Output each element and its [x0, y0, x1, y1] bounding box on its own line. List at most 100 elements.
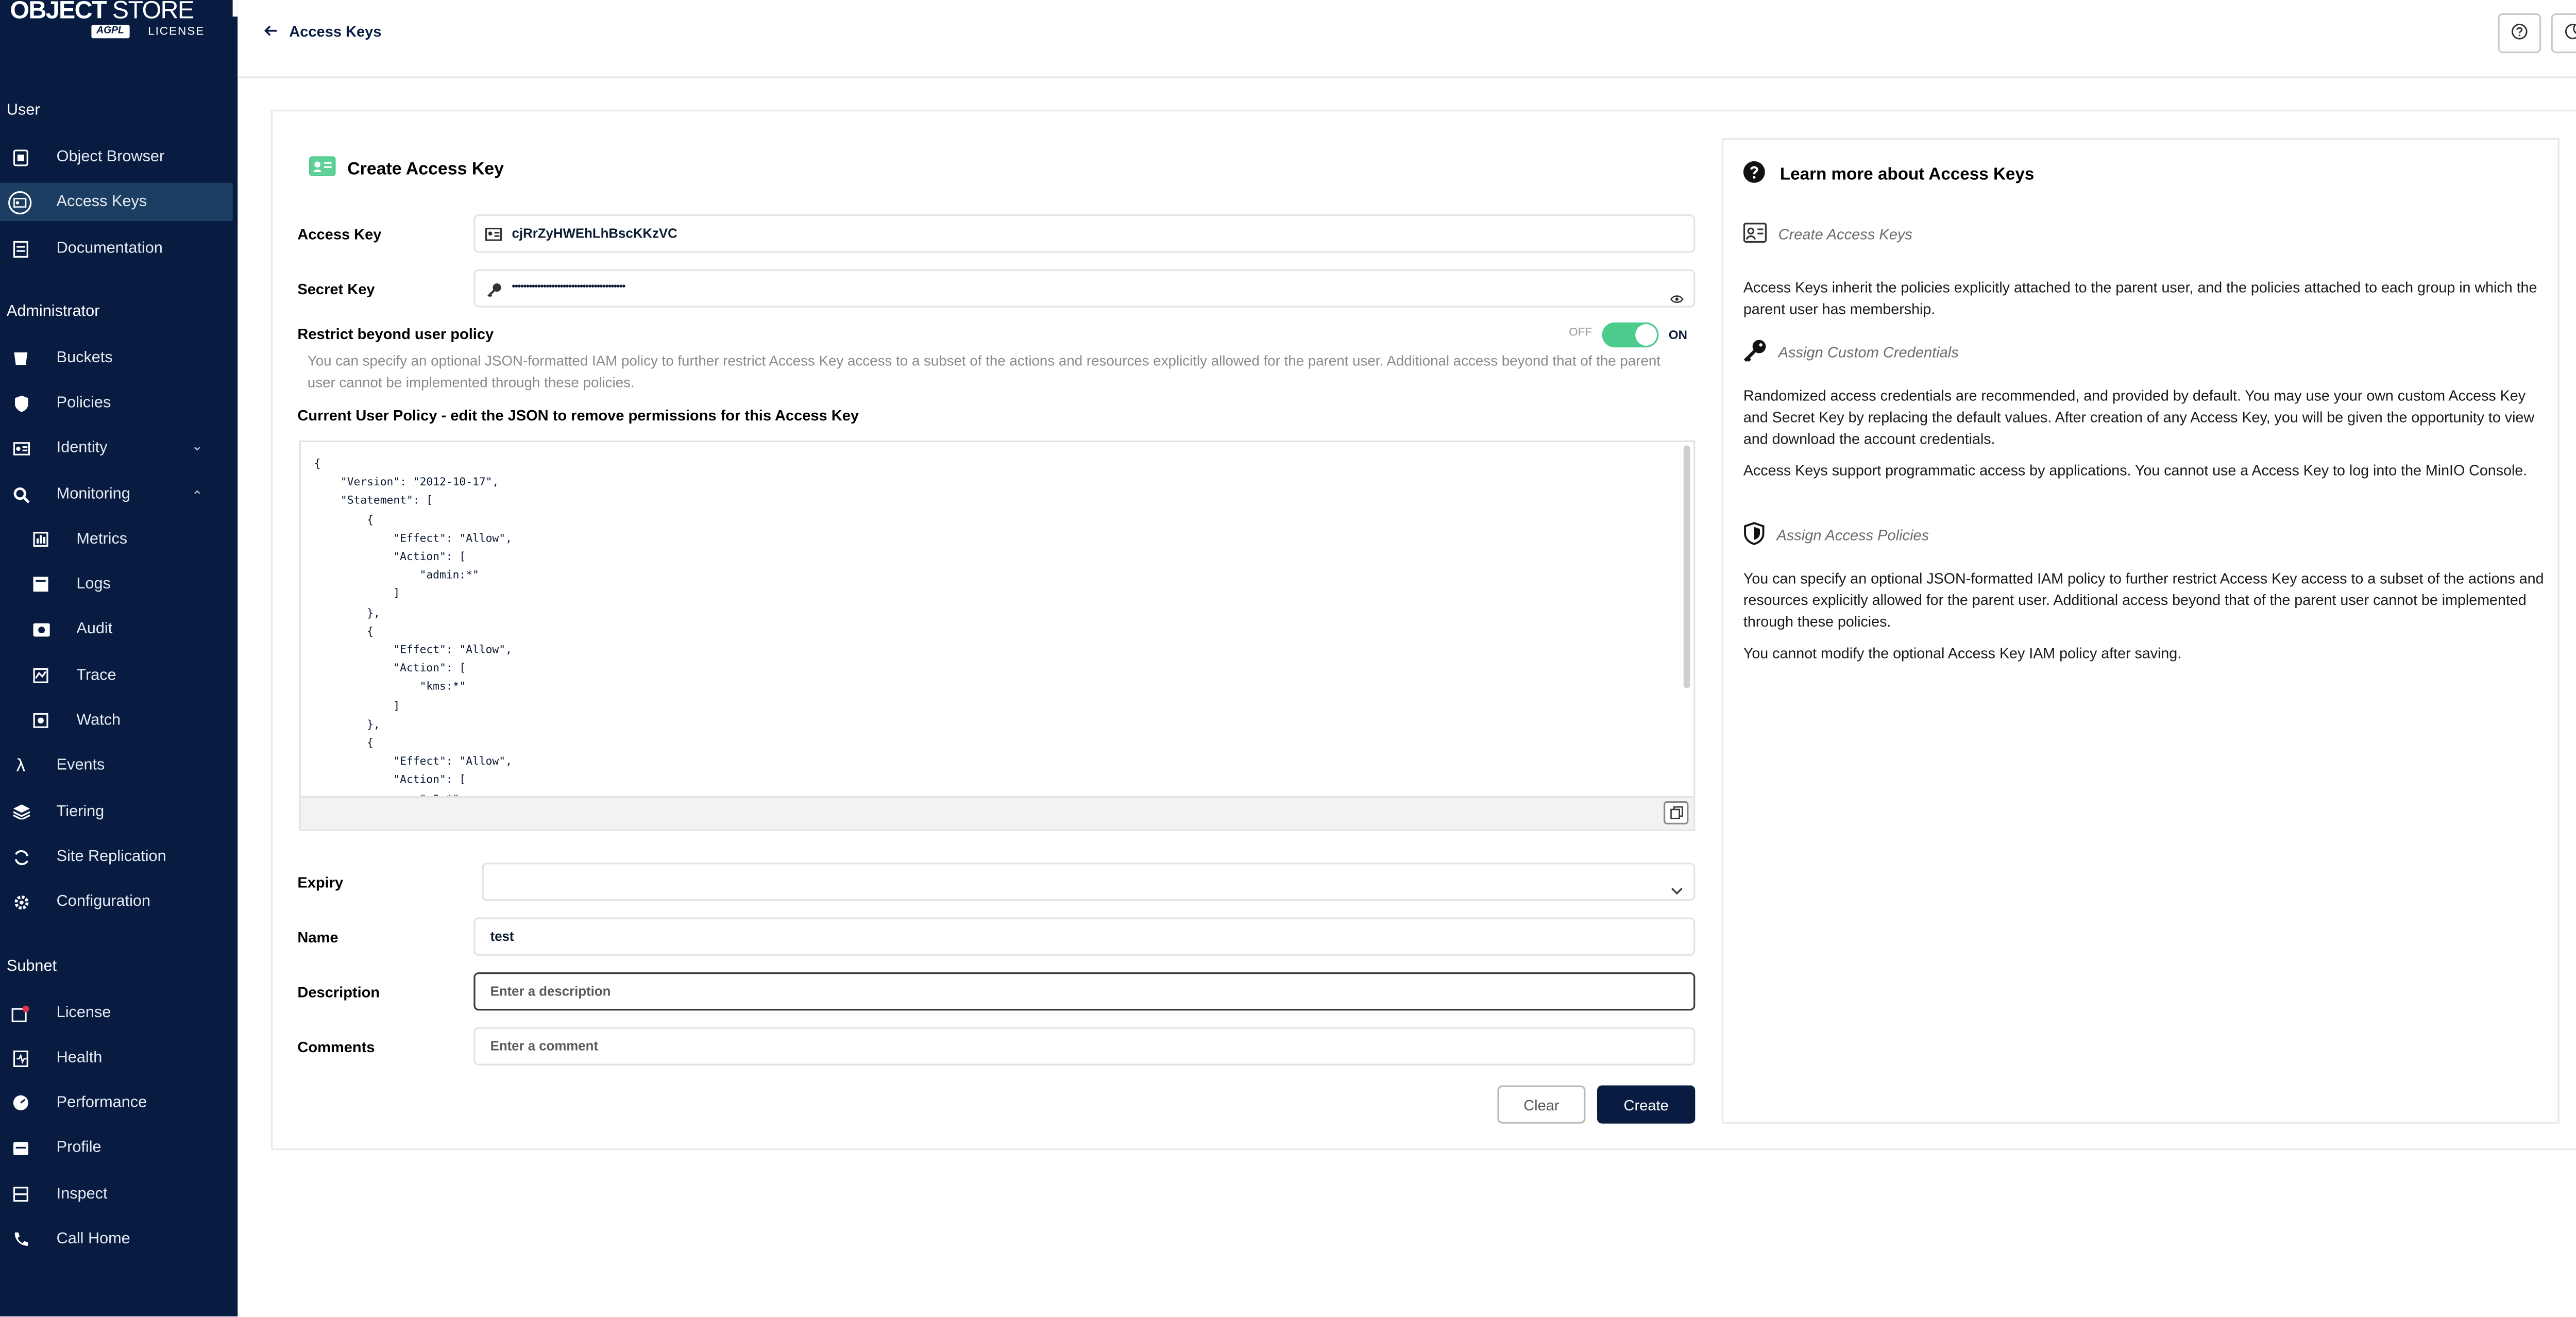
restrict-policy-label: Restrict beyond user policy: [297, 326, 494, 343]
editor-scrollbar[interactable]: [1683, 445, 1690, 688]
sidebar-item-identity[interactable]: Identity ⌄: [0, 429, 233, 467]
help-section-heading: Assign Access Policies: [1776, 527, 1929, 544]
comments-placeholder: Enter a comment: [490, 1039, 598, 1054]
sidebar-item-access-keys[interactable]: Access Keys: [0, 182, 233, 222]
sidebar-item-object-browser[interactable]: Object Browser: [0, 138, 233, 176]
help-button[interactable]: [2498, 13, 2541, 54]
help-section-heading: Create Access Keys: [1778, 226, 1912, 243]
dark-mode-button[interactable]: [2551, 13, 2576, 54]
sidebar-item-label: Monitoring: [56, 485, 130, 504]
access-key-field[interactable]: cjRrZyHWEhLhBscKKzVC: [473, 214, 1696, 253]
moon-icon: [2564, 18, 2576, 48]
sidebar-item-label: Buckets: [56, 349, 113, 367]
help-paragraph: Access Keys inherit the policies explici…: [1743, 279, 2537, 318]
sidebar-item-audit[interactable]: Audit: [0, 610, 233, 648]
policy-json-editor[interactable]: { "Version": "2012-10-17", "Statement": …: [299, 440, 1696, 831]
policy-json-text[interactable]: { "Version": "2012-10-17", "Statement": …: [314, 455, 512, 809]
help-section-credentials: Assign Custom Credentials: [1743, 339, 1959, 366]
sidebar-item-events[interactable]: λ Events: [0, 746, 233, 784]
help-section-create: Create Access Keys: [1743, 223, 1912, 246]
sidebar-item-health[interactable]: Health: [0, 1039, 233, 1077]
inspect-icon: [12, 1185, 30, 1203]
access-key-card-icon: [309, 156, 336, 181]
sidebar-item-label: Configuration: [56, 892, 150, 911]
create-button[interactable]: Create: [1597, 1085, 1696, 1124]
sidebar-item-label: Identity: [56, 438, 108, 458]
lambda-icon: λ: [16, 755, 26, 775]
object-browser-icon: [12, 148, 30, 166]
brand-logo[interactable]: OBJECT STORE AGPL LICENSE: [10, 0, 226, 50]
help-paragraph: Randomized access credentials are recomm…: [1743, 387, 2535, 447]
restrict-policy-description: You can specify an optional JSON-formatt…: [307, 352, 1661, 391]
access-key-value: cjRrZyHWEhLhBscKKzVC: [512, 226, 677, 241]
sidebar-item-buckets[interactable]: Buckets: [0, 339, 233, 377]
sidebar-item-label: Policies: [56, 394, 111, 412]
sidebar-item-label: Metrics: [76, 530, 128, 549]
sidebar-item-inspect[interactable]: Inspect: [0, 1175, 233, 1213]
question-circle-icon: [1743, 161, 1765, 188]
name-field[interactable]: test: [473, 917, 1696, 956]
sidebar-item-tiering[interactable]: Tiering: [0, 793, 233, 831]
description-label: Description: [297, 984, 380, 1001]
sidebar-item-performance[interactable]: Performance: [0, 1084, 233, 1122]
audit-icon: [31, 620, 49, 638]
restrict-policy-toggle[interactable]: [1602, 322, 1659, 348]
sidebar-item-profile[interactable]: Profile: [0, 1128, 233, 1167]
expiry-select[interactable]: [482, 863, 1696, 901]
id-card-icon: [1743, 223, 1767, 246]
chevron-up-icon: ⌃: [191, 488, 203, 504]
clear-button[interactable]: Clear: [1497, 1085, 1586, 1124]
sidebar-item-site-replication[interactable]: Site Replication: [0, 838, 233, 876]
sidebar-item-documentation[interactable]: Documentation: [0, 229, 233, 267]
profile-icon: [12, 1139, 30, 1157]
access-keys-icon: [8, 191, 32, 215]
help-paragraph: You can specify an optional JSON-formatt…: [1743, 570, 2544, 630]
sidebar-item-logs[interactable]: Logs: [0, 565, 233, 603]
shield-icon: [12, 394, 30, 412]
id-card-icon: [485, 226, 502, 243]
sidebar-item-label: Tiering: [56, 803, 105, 821]
arrow-left-icon: [264, 23, 278, 40]
copy-button[interactable]: [1664, 801, 1689, 824]
key-icon: [1743, 339, 1767, 366]
sidebar-item-label: Performance: [56, 1093, 147, 1112]
sidebar-scrollbar[interactable]: [232, 0, 238, 17]
description-placeholder: Enter a description: [490, 984, 611, 999]
help-section-heading: Assign Custom Credentials: [1778, 344, 1959, 361]
section-user: User: [6, 101, 40, 120]
sidebar-item-label: Site Replication: [56, 848, 166, 866]
back-link[interactable]: Access Keys: [264, 23, 381, 40]
sidebar-item-label: Health: [56, 1049, 103, 1067]
sidebar-item-watch[interactable]: Watch: [0, 701, 233, 739]
sidebar-item-license[interactable]: License: [0, 994, 233, 1032]
tiering-icon: [12, 803, 30, 821]
eye-icon[interactable]: [1670, 282, 1684, 312]
shield-icon: [1743, 522, 1765, 549]
sidebar-item-label: Inspect: [56, 1185, 108, 1204]
sidebar-item-label: Call Home: [56, 1230, 130, 1248]
comments-field[interactable]: Enter a comment: [473, 1027, 1696, 1066]
comments-label: Comments: [297, 1039, 375, 1056]
secret-key-field[interactable]: ••••••••••••••••••••••••••••••••••••••••: [473, 269, 1696, 308]
sidebar: OBJECT STORE AGPL LICENSE User Object Br…: [0, 0, 238, 1316]
sidebar-item-monitoring[interactable]: Monitoring ⌃: [0, 476, 233, 514]
phone-icon: [12, 1230, 30, 1248]
section-subnet: Subnet: [6, 957, 57, 976]
replication-icon: [12, 848, 30, 866]
trace-icon: [31, 667, 49, 685]
sidebar-item-configuration[interactable]: Configuration: [0, 883, 233, 921]
sidebar-item-policies[interactable]: Policies: [0, 384, 233, 422]
description-field[interactable]: Enter a description: [473, 972, 1696, 1011]
toggle-on-label: ON: [1668, 327, 1687, 343]
copy-icon: [1669, 798, 1683, 828]
sidebar-item-call-home[interactable]: Call Home: [0, 1220, 233, 1258]
help-paragraph: Access Keys support programmatic access …: [1743, 462, 2528, 479]
sidebar-item-label: Documentation: [56, 239, 163, 258]
bucket-icon: [12, 349, 30, 367]
sidebar-item-label: License: [56, 1004, 111, 1022]
sidebar-item-trace[interactable]: Trace: [0, 656, 233, 695]
policy-editor-title: Current User Policy - edit the JSON to r…: [297, 407, 859, 424]
sidebar-item-label: Profile: [56, 1138, 101, 1157]
sidebar-item-label: Watch: [76, 711, 121, 730]
sidebar-item-metrics[interactable]: Metrics: [0, 520, 233, 559]
